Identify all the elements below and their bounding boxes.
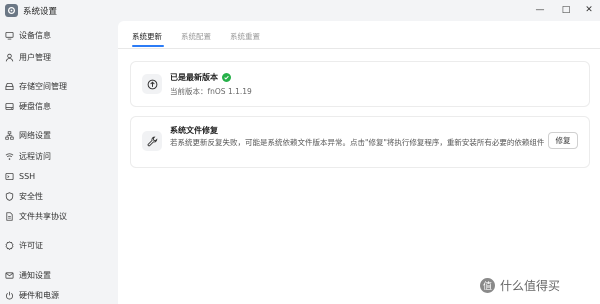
license-icon bbox=[5, 240, 14, 250]
sidebar-item-label: 许可证 bbox=[19, 240, 43, 250]
watermark-badge: 值 bbox=[480, 278, 495, 293]
active-tab-indicator bbox=[132, 45, 164, 47]
update-status-title: 已是最新版本 bbox=[170, 72, 231, 83]
sidebar-item-network[interactable]: 网络设置 bbox=[5, 128, 51, 142]
power-icon bbox=[5, 291, 14, 300]
remote-access-icon bbox=[5, 152, 14, 161]
sidebar-item-label: SSH bbox=[19, 171, 36, 181]
check-icon bbox=[222, 73, 231, 82]
sidebar-item-device-info[interactable]: 设备信息 bbox=[5, 28, 51, 42]
sidebar-item-label: 硬件和电源 bbox=[19, 290, 59, 300]
version-label: 当前版本： bbox=[170, 87, 208, 96]
sidebar-item-label: 文件共享协议 bbox=[19, 211, 67, 221]
sidebar-item-hardware-power[interactable]: 硬件和电源 bbox=[5, 288, 59, 302]
monitor-icon bbox=[5, 31, 14, 40]
sidebar-item-label: 存储空间管理 bbox=[19, 81, 67, 91]
sidebar-item-label: 设备信息 bbox=[19, 30, 51, 40]
sidebar-item-license[interactable]: 许可证 bbox=[5, 238, 43, 252]
sidebar-item-file-sharing[interactable]: 文件共享协议 bbox=[5, 209, 67, 223]
repair-title: 系统文件修复 bbox=[170, 126, 218, 135]
file-share-icon bbox=[5, 211, 14, 221]
sidebar-item-label: 远程访问 bbox=[19, 151, 51, 161]
sidebar: 设备信息 用户管理 存储空间管理 硬盘信息 网络设置 远程访问 SSH 安全性 … bbox=[0, 20, 118, 304]
main-panel: 系统更新 系统配置 系统重置 已是最新版本 当前版本：fnOS 1.1.19 系… bbox=[118, 21, 600, 304]
repair-button[interactable]: 修复 bbox=[548, 132, 578, 149]
update-status-card: 已是最新版本 当前版本：fnOS 1.1.19 bbox=[130, 61, 590, 107]
repair-card: 系统文件修复 若系统更新反复失败，可能是系统依赖文件版本异常。点击"修复"将执行… bbox=[130, 116, 590, 168]
sidebar-item-label: 网络设置 bbox=[19, 130, 51, 140]
tab-system-reset[interactable]: 系统重置 bbox=[230, 31, 260, 42]
update-status-text: 已是最新版本 bbox=[170, 73, 218, 82]
version-value: fnOS 1.1.19 bbox=[207, 87, 252, 96]
network-icon bbox=[5, 130, 14, 140]
sidebar-item-remote-access[interactable]: 远程访问 bbox=[5, 149, 51, 163]
close-button[interactable]: ✕ bbox=[582, 3, 596, 17]
sidebar-item-disks[interactable]: 硬盘信息 bbox=[5, 99, 51, 113]
sidebar-item-ssh[interactable]: SSH bbox=[5, 169, 35, 183]
sidebar-item-users[interactable]: 用户管理 bbox=[5, 50, 51, 64]
update-arrow-icon bbox=[142, 74, 162, 94]
watermark-text: 什么值得买 bbox=[500, 279, 561, 293]
tab-bar: 系统更新 系统配置 系统重置 bbox=[118, 21, 600, 49]
sidebar-item-label: 用户管理 bbox=[19, 52, 51, 62]
shield-icon bbox=[5, 191, 14, 201]
title-bar: 系统设置 — □ ✕ bbox=[0, 0, 600, 20]
tab-system-update[interactable]: 系统更新 bbox=[132, 31, 162, 42]
sidebar-item-label: 安全性 bbox=[19, 191, 43, 201]
window-title: 系统设置 bbox=[23, 7, 58, 17]
sidebar-item-label: 通知设置 bbox=[19, 270, 51, 280]
settings-app-icon bbox=[5, 4, 18, 17]
disk-icon bbox=[5, 102, 14, 111]
storage-icon bbox=[5, 82, 14, 91]
repair-description: 若系统更新反复失败，可能是系统依赖文件版本异常。点击"修复"将执行修复程序，重新… bbox=[170, 138, 545, 147]
current-version: 当前版本：fnOS 1.1.19 bbox=[170, 86, 252, 97]
sidebar-item-label: 硬盘信息 bbox=[19, 101, 51, 111]
sidebar-item-storage[interactable]: 存储空间管理 bbox=[5, 79, 67, 93]
terminal-icon bbox=[5, 172, 14, 181]
tab-system-config[interactable]: 系统配置 bbox=[181, 31, 211, 42]
minimize-button[interactable]: — bbox=[533, 3, 547, 17]
mail-icon bbox=[5, 271, 14, 280]
wrench-icon bbox=[142, 131, 162, 151]
user-icon bbox=[5, 53, 14, 62]
sidebar-item-security[interactable]: 安全性 bbox=[5, 189, 43, 203]
sidebar-item-notifications[interactable]: 通知设置 bbox=[5, 268, 51, 282]
maximize-button[interactable]: □ bbox=[559, 3, 573, 17]
watermark: 值 什么值得买 bbox=[480, 277, 560, 294]
